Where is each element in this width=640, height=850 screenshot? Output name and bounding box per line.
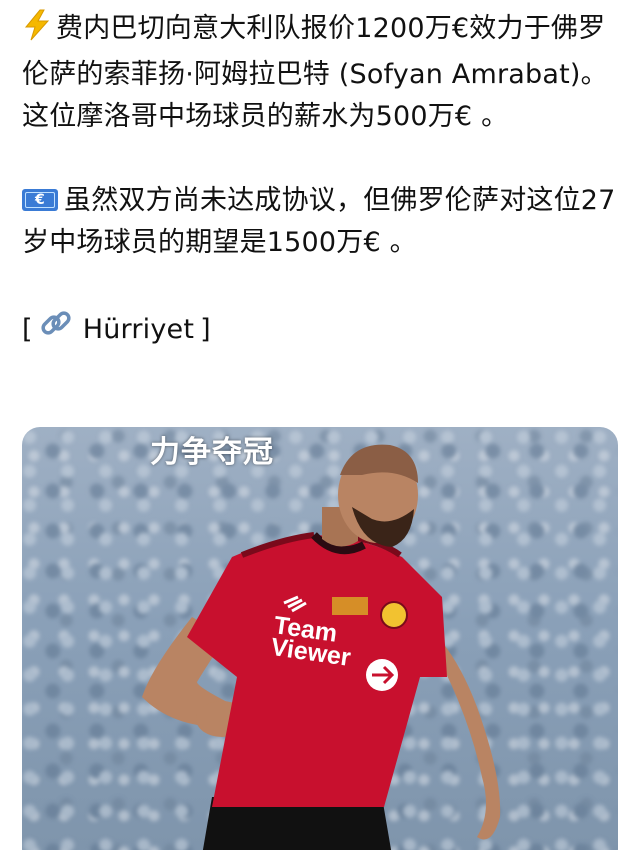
paragraph-2-text: 虽然双方尚未达成协议，但佛罗伦萨对这位27岁中场球员的期望是1500万€ 。 (22, 185, 616, 258)
link-icon (39, 306, 73, 353)
post-paragraph-2: 虽然双方尚未达成协议，但佛罗伦萨对这位27岁中场球员的期望是1500万€ 。 (22, 180, 622, 264)
euro-banknote-icon (22, 189, 58, 211)
source-bracket-close: ] (200, 313, 211, 345)
post-photo[interactable]: Team Viewer 力争夺冠 (22, 427, 618, 850)
source-bracket-open: [ (22, 313, 33, 345)
paragraph-1-text: 费内巴切向意大利队报价1200万€效力于佛罗伦萨的索菲扬·阿姆拉巴特 (Sofy… (22, 13, 608, 132)
source-credit: [ Hürriyet] (22, 306, 622, 353)
photo-watermark: 力争夺冠 (150, 435, 274, 470)
lightning-bolt-icon (22, 9, 52, 54)
source-name[interactable]: Hürriyet (83, 309, 194, 351)
post-paragraph-1: 费内巴切向意大利队报价1200万€效力于佛罗伦萨的索菲扬·阿姆拉巴特 (Sofy… (22, 8, 622, 138)
post-body: 费内巴切向意大利队报价1200万€效力于佛罗伦萨的索菲扬·阿姆拉巴特 (Sofy… (22, 8, 622, 353)
